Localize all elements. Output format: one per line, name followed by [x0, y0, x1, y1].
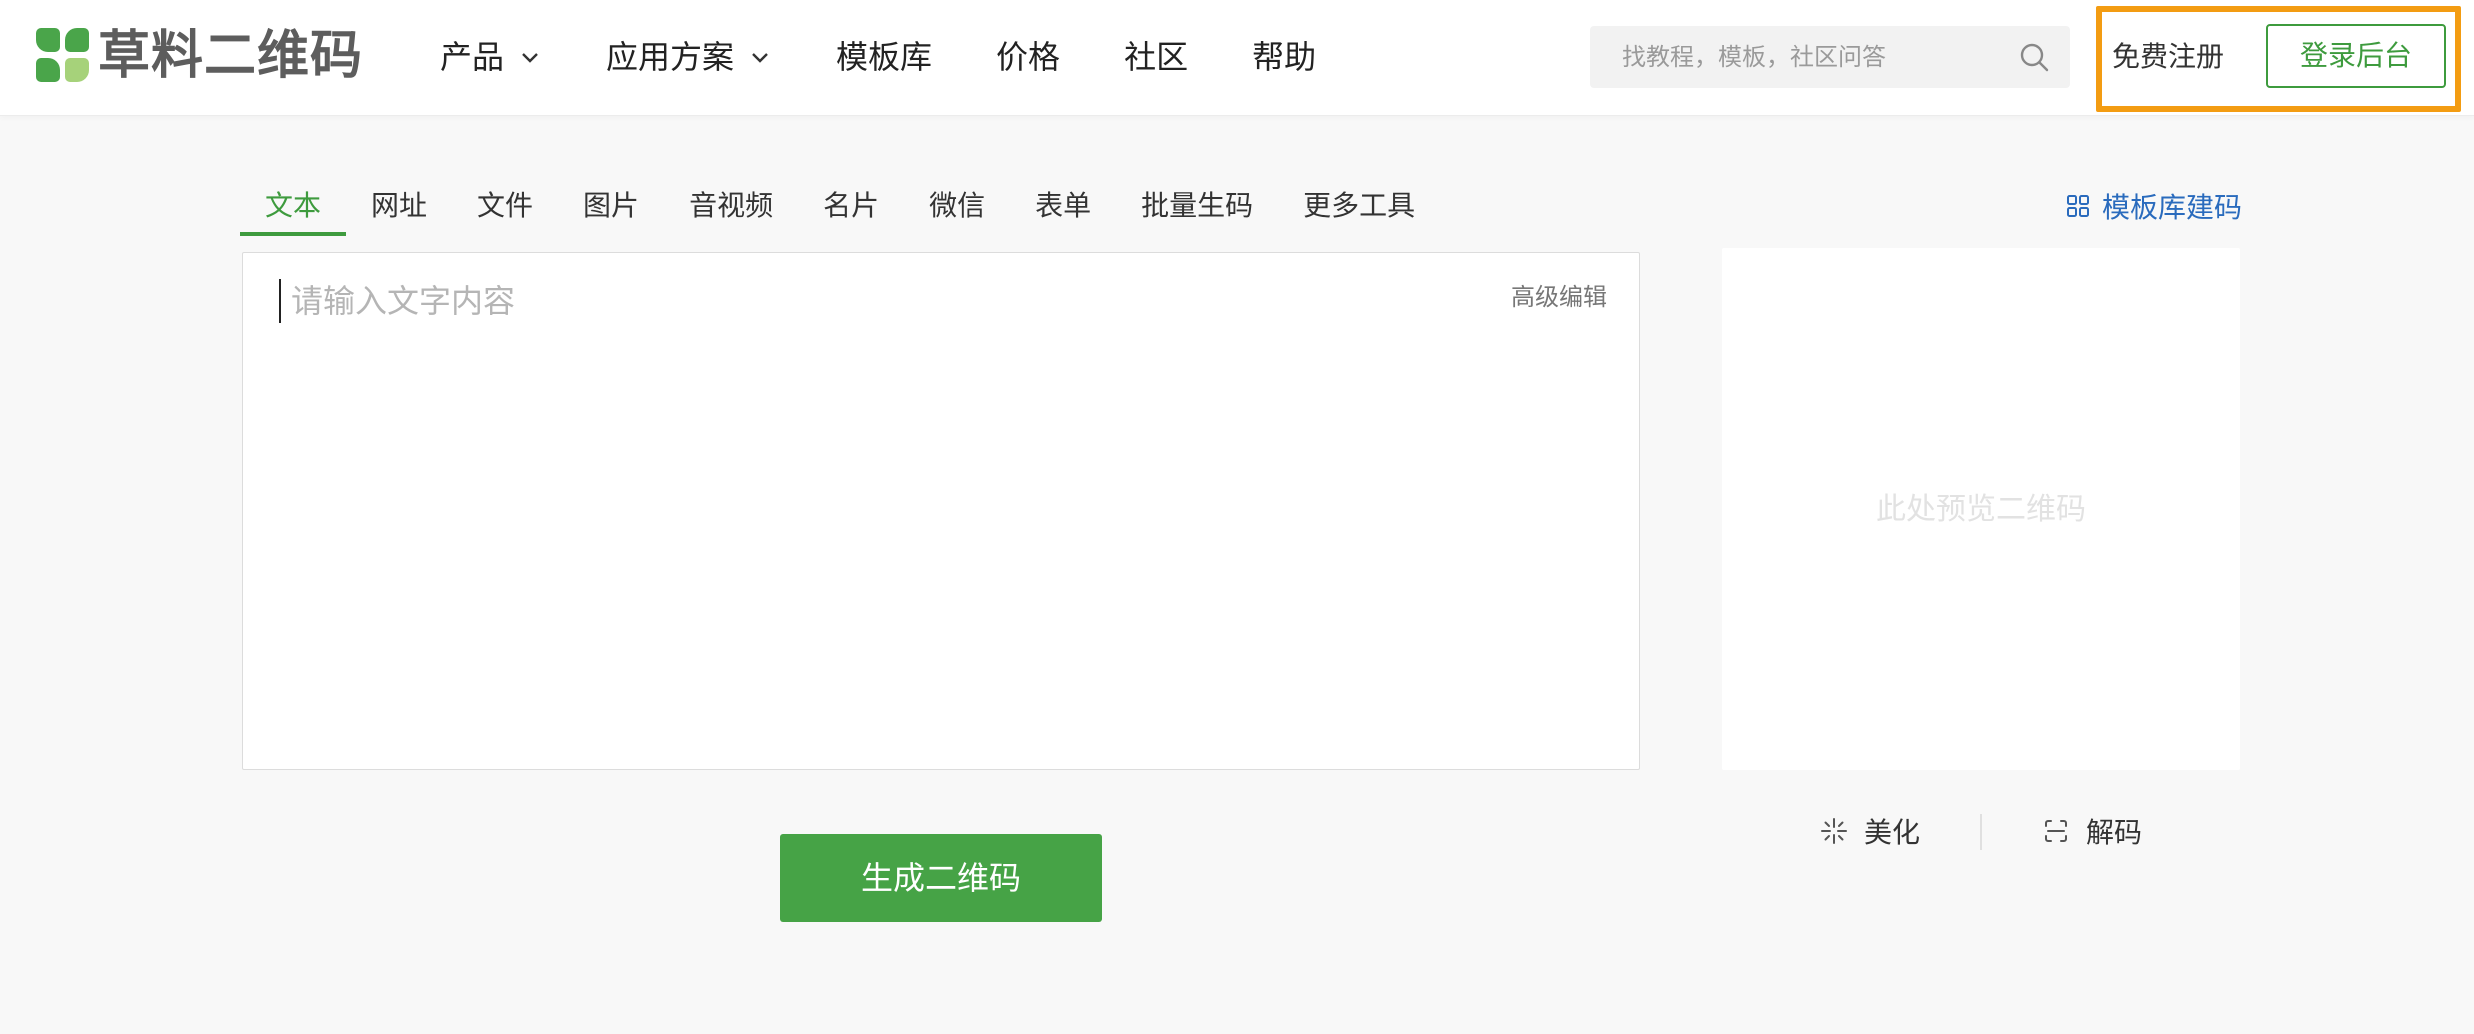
search-input[interactable]	[1590, 26, 2010, 88]
qr-preview-panel: 此处预览二维码	[1722, 248, 2240, 770]
nav-item-products[interactable]: 产品	[440, 30, 542, 84]
grid-icon	[2067, 195, 2089, 217]
type-tabs: 文本 网址 文件 图片 音视频 名片 微信 表单 批量生码 更多工具	[240, 180, 1440, 236]
search-icon[interactable]	[2018, 41, 2050, 73]
login-button[interactable]: 登录后台	[2266, 24, 2446, 88]
nav-item-label: 帮助	[1252, 38, 1317, 76]
chevron-down-icon	[752, 53, 768, 63]
scan-icon	[2045, 820, 2067, 842]
sparkle-icon	[1821, 818, 1847, 844]
text-content-input[interactable]	[291, 279, 1491, 739]
nav-item-templates[interactable]: 模板库	[836, 30, 932, 84]
register-link[interactable]: 免费注册	[2112, 30, 2224, 84]
nav-item-solutions[interactable]: 应用方案	[606, 30, 772, 84]
logo-mark-icon	[36, 28, 90, 84]
preview-placeholder: 此处预览二维码	[1876, 492, 2086, 527]
tab-file[interactable]: 文件	[452, 180, 558, 236]
text-editor: 高级编辑	[242, 252, 1640, 770]
main-nav: 产品 应用方案 模板库 价格 社区 帮助	[440, 30, 1380, 84]
tab-text[interactable]: 文本	[240, 180, 347, 236]
tab-batch[interactable]: 批量生码	[1116, 180, 1278, 236]
nav-item-label: 模板库	[836, 38, 933, 76]
beautify-button[interactable]: 美化	[1820, 806, 1920, 856]
tab-more-tools[interactable]: 更多工具	[1278, 180, 1440, 236]
advanced-edit-link[interactable]: 高级编辑	[1511, 277, 1607, 312]
template-link-label: 模板库建码	[2102, 191, 2243, 224]
tab-audio-video[interactable]: 音视频	[664, 180, 798, 236]
text-caret	[279, 279, 281, 323]
tab-url[interactable]: 网址	[346, 180, 452, 236]
decode-label: 解码	[2086, 816, 2143, 849]
search-box	[1590, 26, 2070, 88]
top-header: 草料二维码 产品 应用方案 模板库 价格 社区 帮助 免费注册 登录后台	[0, 0, 2474, 116]
decode-button[interactable]: 解码	[2042, 806, 2142, 856]
nav-item-label: 产品	[440, 38, 505, 76]
nav-item-pricing[interactable]: 价格	[996, 30, 1060, 84]
tab-wechat[interactable]: 微信	[904, 180, 1010, 236]
tab-image[interactable]: 图片	[558, 180, 664, 236]
generate-qr-button[interactable]: 生成二维码	[780, 834, 1102, 922]
nav-item-help[interactable]: 帮助	[1252, 30, 1316, 84]
tab-form[interactable]: 表单	[1010, 180, 1116, 236]
tab-business-card[interactable]: 名片	[798, 180, 904, 236]
brand-name: 草料二维码	[98, 26, 364, 86]
nav-item-label: 应用方案	[606, 38, 735, 76]
nav-item-label: 价格	[996, 38, 1061, 76]
preview-actions: 美化 解码	[1722, 806, 2240, 856]
nav-item-label: 社区	[1124, 38, 1189, 76]
chevron-down-icon	[522, 53, 538, 63]
template-create-link[interactable]: 模板库建码	[2066, 184, 2242, 228]
brand-logo[interactable]: 草料二维码	[36, 26, 363, 86]
action-divider	[1980, 814, 1982, 850]
nav-item-community[interactable]: 社区	[1124, 30, 1188, 84]
beautify-label: 美化	[1864, 816, 1921, 849]
